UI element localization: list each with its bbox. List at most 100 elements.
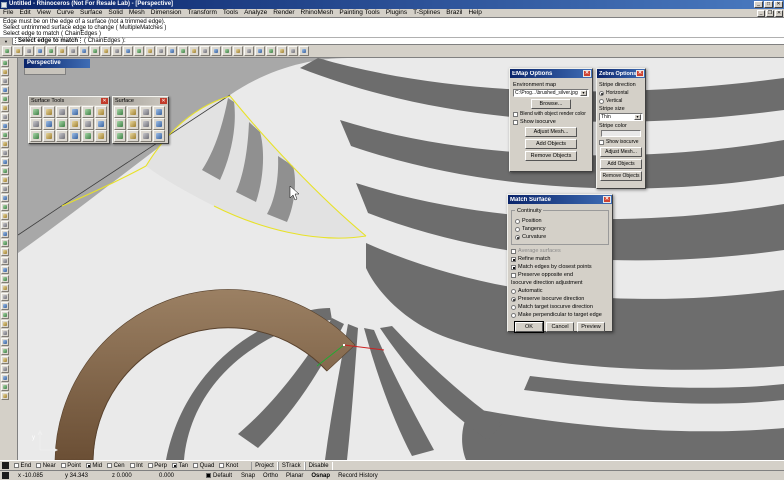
tool-icon-surface-3pt[interactable]: [1, 167, 9, 175]
tangency-radio[interactable]: [515, 226, 520, 232]
tool-icon-arc[interactable]: [1, 104, 9, 112]
tool-icon-ellipse[interactable]: [1, 113, 9, 121]
remove-objects-button[interactable]: Remove Objects: [600, 171, 642, 181]
remove-knot[interactable]: [43, 130, 55, 142]
menu-file[interactable]: File: [0, 9, 16, 17]
surface-from-edge-curves[interactable]: [127, 106, 139, 118]
close-icon[interactable]: ✕: [160, 98, 167, 104]
close-button[interactable]: ✕: [774, 1, 783, 8]
horizontal-radio[interactable]: [599, 90, 604, 96]
surface-tools-palette-titlebar[interactable]: Surface Tools ✕: [29, 97, 109, 105]
status-toggle-ortho[interactable]: Ortho: [263, 473, 278, 479]
osnap-tan[interactable]: Tan: [171, 463, 188, 469]
toolbar-icon-move[interactable]: [189, 46, 199, 56]
osnap-quad[interactable]: Quad: [193, 463, 214, 469]
tool-icon-move[interactable]: [1, 356, 9, 364]
cancel-button[interactable]: Cancel: [546, 322, 574, 332]
match-target-isocurve-radio[interactable]: [511, 304, 516, 310]
match-surface[interactable]: [82, 106, 94, 118]
status-toggle-planar[interactable]: Planar: [286, 473, 303, 479]
toolbar-icon-rotate[interactable]: [211, 46, 221, 56]
match-edges-closest-points-checkbox[interactable]: [511, 264, 516, 270]
toolbar-icon-scale[interactable]: [222, 46, 232, 56]
tool-icon-polygon[interactable]: [1, 131, 9, 139]
remove-objects-button[interactable]: Remove Objects: [525, 151, 577, 161]
toolbar-icon-delete[interactable]: [101, 46, 111, 56]
toolbar-icon-save-file[interactable]: [24, 46, 34, 56]
tool-icon-plane[interactable]: [1, 176, 9, 184]
titlebar[interactable]: Untitled - Rhinoceros (Not For Resale La…: [0, 0, 784, 9]
environment-map-select[interactable]: C:\Prog...\brushed_silver.jpg ▼: [513, 89, 589, 97]
osnap-checkbox[interactable]: [193, 463, 199, 468]
toolbar-icon-undo[interactable]: [79, 46, 89, 56]
toolbar-icon-zoom-window[interactable]: [123, 46, 133, 56]
tool-icon-trim[interactable]: [1, 302, 9, 310]
toolbar-icon-named-views[interactable]: [178, 46, 188, 56]
merge-surfaces[interactable]: [95, 106, 107, 118]
tool-icon-cylinder[interactable]: [1, 239, 9, 247]
osnap-bar-grip[interactable]: [2, 462, 9, 469]
osnap-checkbox[interactable]: [147, 463, 153, 468]
toolbar-icon-new-file[interactable]: [2, 46, 12, 56]
chamfer-surface[interactable]: [43, 106, 55, 118]
maximize-button[interactable]: □: [764, 1, 773, 8]
menu-painting-tools[interactable]: Painting Tools: [336, 9, 382, 17]
layer-color-swatch[interactable]: [206, 473, 211, 478]
tool-icon-polyline[interactable]: [1, 77, 9, 85]
viewport-title[interactable]: Perspective: [24, 59, 90, 68]
viewport-tab[interactable]: [24, 68, 66, 75]
close-icon[interactable]: ✕: [636, 70, 644, 77]
osnap-checkbox[interactable]: [171, 463, 177, 468]
extend-surface[interactable]: [56, 106, 68, 118]
show-isocurve-checkbox[interactable]: [599, 139, 604, 145]
menu-transform[interactable]: Transform: [185, 9, 220, 17]
tool-icon-split[interactable]: [1, 311, 9, 319]
plane-through-points[interactable]: [153, 130, 165, 142]
tool-icon-pointer[interactable]: [1, 59, 9, 67]
toolbar-icon-cut[interactable]: [46, 46, 56, 56]
untrim-surface[interactable]: [43, 118, 55, 130]
drape[interactable]: [140, 130, 152, 142]
menu-t-splines[interactable]: T-Splines: [410, 9, 443, 17]
make-perpendicular-radio[interactable]: [511, 312, 516, 318]
toolbar-icon-zoom-extents[interactable]: [134, 46, 144, 56]
chevron-down-icon[interactable]: ▼: [634, 114, 641, 120]
emap-dialog-titlebar[interactable]: EMap Options ✕: [510, 69, 592, 78]
tool-icon-box[interactable]: [1, 221, 9, 229]
variable-radius-fillet[interactable]: [82, 130, 94, 142]
curvature-radio[interactable]: [515, 234, 520, 240]
osnap-checkbox[interactable]: [85, 463, 91, 468]
tool-icon-sphere[interactable]: [1, 230, 9, 238]
ok-button[interactable]: OK: [514, 321, 544, 333]
tool-icon-line[interactable]: [1, 140, 9, 148]
stripe-color-swatch[interactable]: [601, 130, 641, 137]
surface-palette-titlebar[interactable]: Surface ✕: [113, 97, 168, 105]
chevron-down-icon[interactable]: ▼: [580, 90, 587, 96]
menu-mesh[interactable]: Mesh: [126, 9, 148, 17]
blend-render-color-checkbox[interactable]: [513, 111, 518, 117]
status-toggle-snap[interactable]: Snap: [241, 473, 255, 479]
osnap-checkbox[interactable]: [60, 463, 66, 468]
osnap-button-strack[interactable]: STrack: [277, 461, 305, 470]
tool-icon-circle[interactable]: [1, 95, 9, 103]
status-bar-grip[interactable]: [2, 472, 9, 479]
osnap-mid[interactable]: Mid: [85, 463, 102, 469]
osnap-checkbox[interactable]: [36, 463, 42, 468]
tool-icon-sweep-2[interactable]: [1, 212, 9, 220]
tool-icon-mirror[interactable]: [1, 392, 9, 400]
average-surfaces-checkbox[interactable]: [511, 248, 516, 254]
menu-rhinomesh[interactable]: RhinoMesh: [298, 9, 337, 17]
child-close-button[interactable]: ✕: [775, 9, 783, 17]
menu-help[interactable]: Help: [465, 9, 484, 17]
tool-icon-offset[interactable]: [1, 347, 9, 355]
rebuild-surface[interactable]: [82, 118, 94, 130]
trim-surface[interactable]: [69, 118, 81, 130]
zebra-dialog-titlebar[interactable]: Zebra Options ✕: [597, 69, 645, 78]
vertical-radio[interactable]: [599, 98, 604, 104]
current-layer[interactable]: Default: [206, 473, 232, 479]
blend-surface[interactable]: [69, 106, 81, 118]
status-toggle-record-history[interactable]: Record History: [338, 473, 378, 479]
tool-icon-scale[interactable]: [1, 383, 9, 391]
osnap-point[interactable]: Point: [60, 463, 81, 469]
tool-icon-fillet[interactable]: [1, 329, 9, 337]
